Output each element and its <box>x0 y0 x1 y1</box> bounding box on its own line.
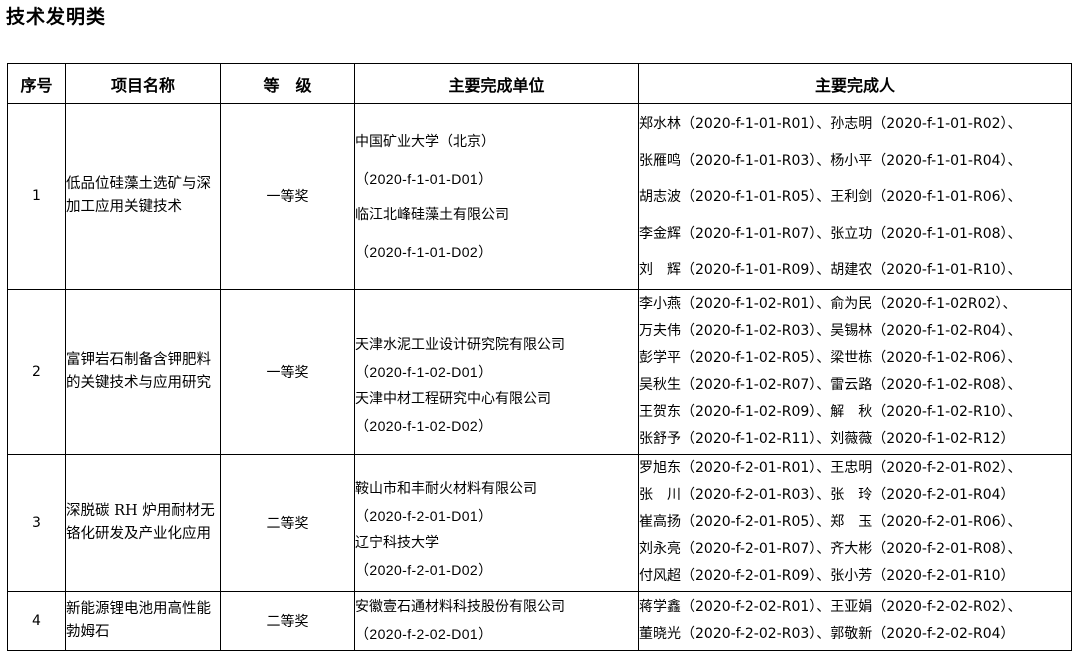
person-line: 胡志波（2020-f-1-01-R05）、王利剑（2020-f-1-01-R06… <box>639 189 1022 206</box>
unit-line: 鞍山市和丰耐火材料有限公司 <box>355 481 537 498</box>
completion-units: 天津水泥工业设计研究院有限公司 （2020-f-1-02-D01） 天津中材工程… <box>354 288 639 455</box>
table-row: 4 新能源锂电池用高性能勃姆石 二等奖 安徽壹石通材料科技股份有限公司 （202… <box>7 590 1072 651</box>
person-line: 付风超（2020-f-2-01-R09）、张小芳（2020-f-2-01-R10… <box>639 568 1015 585</box>
project-name: 深脱碳 RH 炉用耐材无铬化研发及产业化应用 <box>65 453 221 592</box>
unit-line: 安徽壹石通材料科技股份有限公司 <box>355 598 565 615</box>
person-line: 罗旭东（2020-f-2-01-R01）、王忠明（2020-f-2-01-R02… <box>639 460 1022 477</box>
unit-line: 天津中材工程研究中心有限公司 <box>355 390 551 407</box>
person-line: 蒋学鑫（2020-f-2-02-R01）、王亚娟（2020-f-2-02-R02… <box>639 598 1022 615</box>
header-units: 主要完成单位 <box>354 63 639 104</box>
project-name: 低品位硅藻土选矿与深加工应用关键技术 <box>65 103 221 290</box>
person-line: 吴秋生（2020-f-1-02-R07）、雷云路（2020-f-1-02-R08… <box>639 376 1022 393</box>
page-title: 技术发明类 <box>6 6 107 28</box>
table-row: 3 深脱碳 RH 炉用耐材无铬化研发及产业化应用 二等奖 鞍山市和丰耐火材料有限… <box>7 453 1072 592</box>
unit-line: 中国矿业大学（北京） <box>355 134 495 151</box>
table-header-row: 序号 项目名称 等 级 主要完成单位 主要完成人 <box>7 63 1072 104</box>
completion-units: 鞍山市和丰耐火材料有限公司 （2020-f-2-01-D01） 辽宁科技大学 （… <box>354 453 639 592</box>
completion-units: 安徽壹石通材料科技股份有限公司 （2020-f-2-02-D01） <box>354 590 639 651</box>
person-line: 张雁鸣（2020-f-1-01-R03）、杨小平（2020-f-1-01-R04… <box>639 152 1022 169</box>
person-line: 郑水林（2020-f-1-01-R01）、孙志明（2020-f-1-01-R02… <box>639 116 1022 132</box>
row-index: 1 <box>7 103 66 290</box>
completion-people: 罗旭东（2020-f-2-01-R01）、王忠明（2020-f-2-01-R02… <box>638 453 1072 592</box>
header-grade: 等 级 <box>220 63 355 104</box>
completion-people: 蒋学鑫（2020-f-2-02-R01）、王亚娟（2020-f-2-02-R02… <box>638 590 1072 651</box>
person-line: 李金辉（2020-f-1-01-R07）、张立功（2020-f-1-01-R08… <box>639 225 1022 242</box>
row-index: 3 <box>7 453 66 592</box>
unit-code: （2020-f-2-01-D02） <box>355 562 493 579</box>
person-line: 彭学平（2020-f-1-02-R05）、梁世栋（2020-f-1-02-R06… <box>639 349 1022 366</box>
table-row: 1 低品位硅藻土选矿与深加工应用关键技术 一等奖 中国矿业大学（北京） （202… <box>7 103 1072 290</box>
person-line: 张舒予（2020-f-1-02-R11）、刘薇薇（2020-f-1-02-R12… <box>639 430 1015 447</box>
unit-line: 辽宁科技大学 <box>355 535 439 552</box>
project-name: 新能源锂电池用高性能勃姆石 <box>65 590 221 651</box>
unit-code: （2020-f-1-01-D01） <box>355 170 493 187</box>
unit-code: （2020-f-2-01-D01） <box>355 508 493 525</box>
project-name: 富钾岩石制备含钾肥料的关键技术与应用研究 <box>65 288 221 455</box>
awards-table: 序号 项目名称 等 级 主要完成单位 主要完成人 1 低品位硅藻土选矿与深加工应… <box>7 63 1072 651</box>
person-line: 万夫伟（2020-f-1-02-R03）、吴锡林（2020-f-1-02-R04… <box>639 322 1022 339</box>
person-line: 张 川（2020-f-2-01-R03）、张 玲（2020-f-2-01-R04… <box>639 487 1015 504</box>
award-grade: 一等奖 <box>220 288 355 455</box>
completion-units: 中国矿业大学（北京） （2020-f-1-01-D01） 临江北峰硅藻土有限公司… <box>354 103 639 290</box>
award-grade: 一等奖 <box>220 103 355 290</box>
row-index: 2 <box>7 288 66 455</box>
header-people: 主要完成人 <box>638 63 1072 104</box>
row-index: 4 <box>7 590 66 651</box>
unit-code: （2020-f-1-02-D02） <box>355 417 493 434</box>
header-project-name: 项目名称 <box>65 63 221 104</box>
completion-people: 李小燕（2020-f-1-02-R01）、俞为民（2020-f-1-02R02）… <box>638 288 1072 455</box>
completion-people: 郑水林（2020-f-1-01-R01）、孙志明（2020-f-1-01-R02… <box>638 103 1072 290</box>
person-line: 崔高扬（2020-f-2-01-R05）、郑 玉（2020-f-2-01-R06… <box>639 514 1022 531</box>
award-grade: 二等奖 <box>220 453 355 592</box>
unit-code: （2020-f-2-02-D01） <box>355 625 493 642</box>
person-line: 王贺东（2020-f-1-02-R09）、解 秋（2020-f-1-02-R10… <box>639 403 1022 420</box>
award-grade: 二等奖 <box>220 590 355 651</box>
person-line: 刘 辉（2020-f-1-01-R09）、胡建农（2020-f-1-01-R10… <box>639 262 1022 279</box>
person-line: 董晓光（2020-f-2-02-R03）、郭敬新（2020-f-2-02-R04… <box>639 625 1015 642</box>
unit-code: （2020-f-1-02-D01） <box>355 363 493 380</box>
table-row: 2 富钾岩石制备含钾肥料的关键技术与应用研究 一等奖 天津水泥工业设计研究院有限… <box>7 288 1072 455</box>
header-index: 序号 <box>7 63 66 104</box>
unit-code: （2020-f-1-01-D02） <box>355 244 493 261</box>
person-line: 刘永亮（2020-f-2-01-R07）、齐大彬（2020-f-2-01-R08… <box>639 541 1022 558</box>
unit-line: 临江北峰硅藻土有限公司 <box>355 207 509 224</box>
unit-line: 天津水泥工业设计研究院有限公司 <box>355 336 565 353</box>
person-line: 李小燕（2020-f-1-02-R01）、俞为民（2020-f-1-02R02）… <box>639 295 1017 312</box>
